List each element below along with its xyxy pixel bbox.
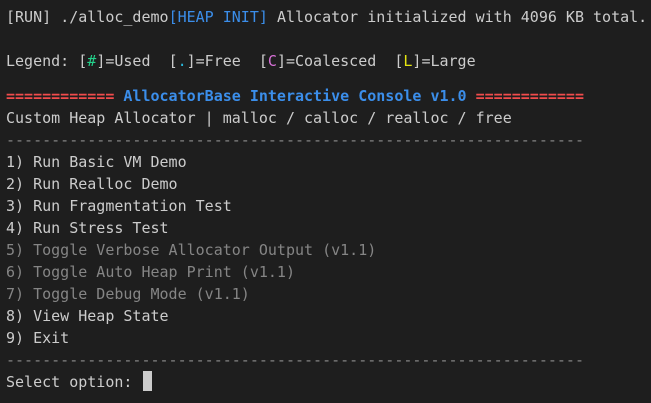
text-cursor[interactable] [143, 371, 153, 391]
run-tag: [RUN] [6, 8, 52, 26]
banner-subtitle: Custom Heap Allocator | malloc / calloc … [6, 109, 512, 127]
legend-used-symbol: # [87, 52, 97, 70]
legend-coalesced: [C]=Coalesced [258, 52, 377, 70]
heap-init-message: Allocator initialized with 4096 KB total… [276, 8, 648, 26]
legend-free-symbol: . [177, 52, 187, 70]
legend-coalesced-symbol: C [267, 52, 277, 70]
legend-large: [L]=Large [394, 52, 476, 70]
menu-item-6-disabled: 6) Toggle Auto Heap Print (v1.1) [6, 263, 295, 281]
legend-line: Legend: [#]=Used [.]=Free [C]=Coalesced … [6, 50, 651, 72]
legend-free: [.]=Free [168, 52, 241, 70]
heap-init-tag: [HEAP INIT] [168, 8, 268, 26]
prompt-label: Select option: [6, 373, 133, 391]
menu-item-2: 2) Run Realloc Demo [6, 175, 178, 193]
legend-prefix: Legend: [6, 52, 70, 70]
run-command: ./alloc_demo [60, 8, 169, 26]
terminal-window[interactable]: [RUN] ./alloc_demo[HEAP INIT] Allocator … [0, 0, 651, 403]
menu-item-8: 8) View Heap State [6, 307, 169, 325]
menu-item-7-disabled: 7) Toggle Debug Mode (v1.1) [6, 285, 250, 303]
run-line: [RUN] ./alloc_demo[HEAP INIT] Allocator … [6, 6, 651, 28]
legend-coalesced-label: =Coalesced [285, 52, 377, 70]
banner-right-bar: ============ [475, 87, 584, 105]
legend-used-label: =Used [105, 52, 151, 70]
banner-left-bar: ============ [6, 87, 115, 105]
divider-bottom: ----------------------------------------… [6, 351, 584, 369]
banner-title: AllocatorBase Interactive Console v1.0 [123, 87, 467, 105]
menu-item-5-disabled: 5) Toggle Verbose Allocator Output (v1.1… [6, 241, 377, 259]
legend-large-label: =Large [421, 52, 476, 70]
legend-free-label: =Free [195, 52, 241, 70]
divider-top: ----------------------------------------… [6, 131, 584, 149]
legend-used: [#]=Used [78, 52, 151, 70]
prompt-line[interactable]: Select option: [6, 371, 651, 393]
menu-item-9: 9) Exit [6, 329, 70, 347]
menu-item-1: 1) Run Basic VM Demo [6, 153, 187, 171]
menu-item-4: 4) Run Stress Test [6, 219, 169, 237]
menu-item-3: 3) Run Fragmentation Test [6, 197, 232, 215]
banner-title-line: ============ AllocatorBase Interactive C… [6, 85, 651, 107]
